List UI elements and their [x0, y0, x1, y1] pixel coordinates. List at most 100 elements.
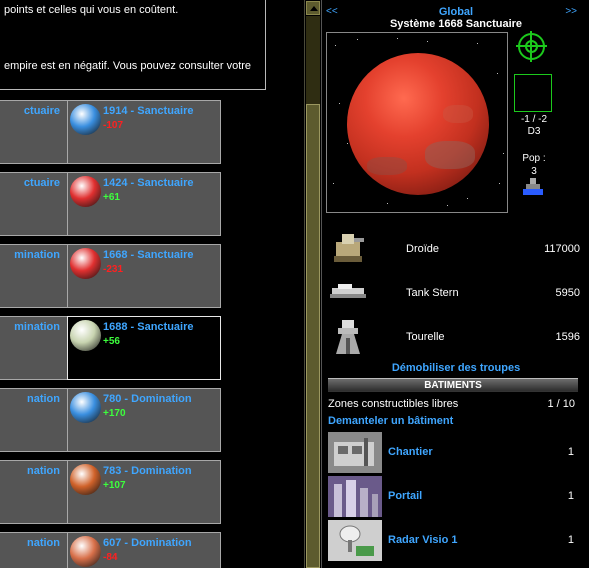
planet-card-label: ctuaire: [23, 177, 60, 189]
planet-card-label: mination: [14, 321, 60, 333]
building-name[interactable]: Radar Visio 1: [388, 534, 458, 546]
tank-icon: [328, 272, 368, 312]
star: [357, 39, 358, 40]
zones-value: 1 / 10: [547, 398, 575, 410]
planet-image: [347, 53, 489, 195]
planet-icon: [70, 320, 101, 351]
building-row: Radar Visio 1 1: [328, 520, 580, 561]
planet-name[interactable]: 1424 - Sanctuaire: [103, 177, 194, 189]
planet-name[interactable]: 1668 - Sanctuaire: [103, 249, 194, 261]
planet-card-partial[interactable]: ctuaire: [0, 100, 69, 164]
zones-label: Zones constructibles libres: [328, 398, 459, 410]
building-row: Chantier 1: [328, 432, 580, 473]
building-qty: 1: [567, 534, 574, 546]
building-name[interactable]: Portail: [388, 490, 422, 502]
planet-icon: [70, 464, 101, 495]
planet-card-label: ctuaire: [23, 105, 60, 117]
system-title: Système 1668 Sanctuaire: [389, 18, 523, 30]
shipyard-icon[interactable]: [328, 432, 382, 473]
star: [427, 41, 428, 42]
planet-card-label: nation: [27, 465, 60, 477]
planet-icon: [70, 536, 101, 567]
sector-minimap[interactable]: [514, 74, 552, 112]
population-icon: [523, 178, 543, 196]
dismantle-link[interactable]: Demanteler un bâtiment: [328, 415, 453, 427]
building-name[interactable]: Chantier: [388, 446, 433, 458]
star: [333, 183, 334, 184]
coords-text: -1 / -2: [520, 114, 548, 125]
star: [347, 143, 348, 144]
planet-card-partial[interactable]: ctuaire: [0, 172, 69, 236]
planet-icon: [70, 176, 101, 207]
planet-card[interactable]: 780 - Domination +170: [67, 388, 221, 452]
droid-icon: [328, 228, 368, 268]
planet-view: [326, 32, 508, 213]
unit-name: Droïde: [406, 243, 440, 255]
star: [447, 205, 448, 206]
planet-name[interactable]: 607 - Domination: [103, 537, 192, 549]
planet-card[interactable]: 1914 - Sanctuaire -107: [67, 100, 221, 164]
unit-qty: 5950: [555, 287, 580, 299]
star: [397, 38, 398, 39]
planet-icon: [70, 104, 101, 135]
building-qty: 1: [567, 446, 574, 458]
unit-row: Tourelle 1596: [328, 316, 580, 356]
unit-row: Droïde 117000: [328, 228, 580, 268]
planet-name[interactable]: 1688 - Sanctuaire: [103, 321, 194, 333]
planet-card[interactable]: 783 - Domination +107: [67, 460, 221, 524]
radar-icon[interactable]: [328, 520, 382, 561]
unit-qty: 117000: [544, 243, 580, 255]
planet-card-partial[interactable]: nation: [0, 388, 69, 452]
sector-text: D3: [527, 126, 541, 137]
portal-icon[interactable]: [328, 476, 382, 517]
buildings-header-label: BATIMENTS: [424, 380, 482, 391]
planet-balance: -107: [103, 120, 124, 131]
star: [387, 203, 388, 204]
planet-card[interactable]: 607 - Domination -84: [67, 532, 221, 568]
star: [335, 45, 336, 46]
unit-qty: 1596: [555, 331, 580, 343]
star: [477, 43, 478, 44]
planet-name[interactable]: 780 - Domination: [103, 393, 192, 405]
scroll-thumb[interactable]: [306, 104, 320, 568]
planet-balance: -231: [103, 264, 124, 275]
unit-name: Tourelle: [406, 331, 445, 343]
turret-icon: [328, 316, 368, 356]
scroll-up-button[interactable]: [306, 1, 320, 15]
planet-card-partial[interactable]: mination: [0, 244, 69, 308]
target-icon[interactable]: [516, 31, 547, 62]
planet-card-partial[interactable]: nation: [0, 532, 69, 568]
planet-balance: -84: [103, 552, 118, 563]
pop-label: Pop :: [522, 153, 546, 164]
star: [499, 183, 500, 184]
notice-line-2: empire est en négatif. Vous pouvez consu…: [4, 60, 252, 72]
system-panel: << >> Global Système 1668 Sanctuaire -1 …: [321, 0, 589, 568]
planet-balance: +56: [103, 336, 120, 347]
star: [467, 198, 468, 199]
global-link[interactable]: Global: [322, 6, 589, 18]
planet-name[interactable]: 1914 - Sanctuaire: [103, 105, 194, 117]
vertical-scrollbar[interactable]: [304, 0, 320, 568]
building-qty: 1: [567, 490, 574, 502]
building-row: Portail 1: [328, 476, 580, 517]
planet-name[interactable]: 783 - Domination: [103, 465, 192, 477]
planet-card-label: nation: [27, 537, 60, 549]
planet-card[interactable]: 1688 - Sanctuaire +56: [67, 316, 221, 380]
planet-card[interactable]: 1424 - Sanctuaire +61: [67, 172, 221, 236]
planet-balance: +61: [103, 192, 120, 203]
planet-icon: [70, 392, 101, 423]
pop-value: 3: [531, 166, 537, 177]
planet-card-label: nation: [27, 393, 60, 405]
unit-row: Tank Stern 5950: [328, 272, 580, 312]
buildings-header: BATIMENTS: [328, 378, 578, 392]
planet-balance: +107: [103, 480, 126, 491]
planet-balance: +170: [103, 408, 126, 419]
planet-icon: [70, 248, 101, 279]
planet-card-partial[interactable]: mination: [0, 316, 69, 380]
star: [503, 153, 504, 154]
unit-name: Tank Stern: [406, 287, 459, 299]
planet-card-partial[interactable]: nation: [0, 460, 69, 524]
planet-card-label: mination: [14, 249, 60, 261]
demobilize-link[interactable]: Démobiliser des troupes: [322, 362, 589, 374]
planet-card[interactable]: 1668 - Sanctuaire -231: [67, 244, 221, 308]
